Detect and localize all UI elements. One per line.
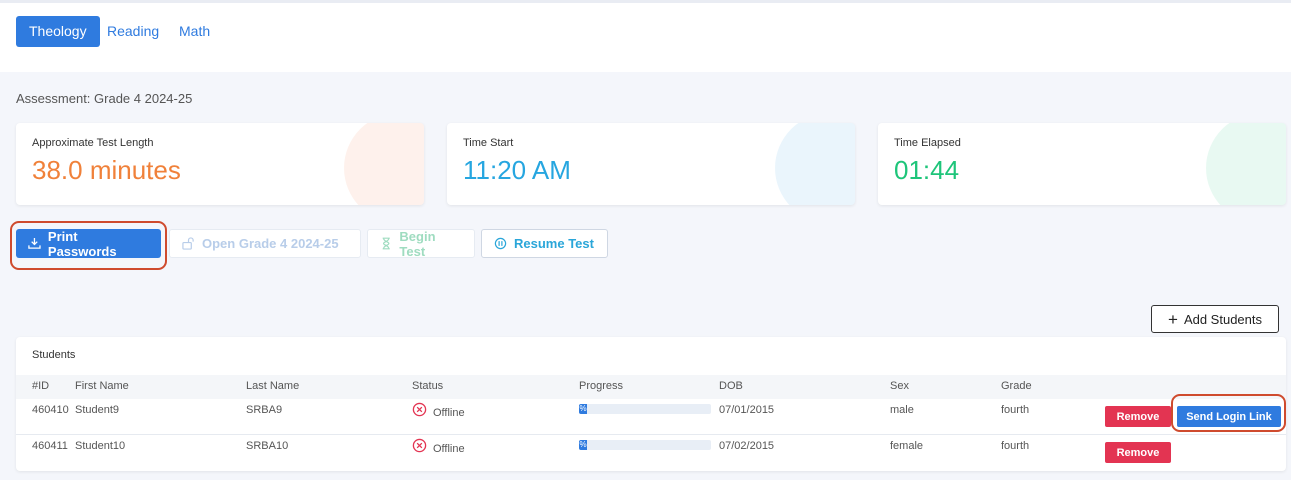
- student-id: 460410: [32, 404, 69, 416]
- col-last-name: Last Name: [246, 380, 300, 392]
- begin-test-button[interactable]: Begin Test: [367, 228, 475, 259]
- add-students-label: Add Students: [1183, 311, 1262, 327]
- open-assessment-button[interactable]: Open Grade 4 2024-25: [169, 229, 361, 258]
- download-tray-icon: [28, 237, 41, 249]
- hourglass-icon: [382, 237, 390, 250]
- test-length-value: 38.0 minutes: [32, 155, 181, 185]
- card-label: Time Elapsed: [894, 137, 961, 149]
- col-sex: Sex: [890, 380, 909, 392]
- tab-theology[interactable]: Theology: [16, 16, 100, 47]
- card-time-elapsed: Time Elapsed 01:44: [878, 123, 1286, 205]
- sex: female: [890, 440, 924, 452]
- remove-button[interactable]: Remove: [1105, 442, 1171, 463]
- first-name: Student10: [75, 440, 126, 452]
- decorative-blob: [775, 123, 855, 205]
- progress-fill: %: [579, 404, 587, 414]
- table-header: #ID First Name Last Name Status Progress…: [16, 375, 1286, 399]
- progress-bar: %: [579, 404, 711, 414]
- col-progress: Progress: [579, 380, 624, 392]
- tab-reading[interactable]: Reading: [107, 16, 159, 47]
- col-dob: DOB: [719, 380, 743, 392]
- highlight-send-login-link: [1171, 394, 1286, 432]
- table-row: 460410 Student9 SRBA9 Offline % 07/01/20…: [16, 399, 1286, 435]
- dob: 07/02/2015: [719, 440, 775, 452]
- time-elapsed-value: 01:44: [894, 155, 960, 185]
- decorative-blob: [344, 123, 424, 205]
- grade: fourth: [1001, 440, 1030, 452]
- resume-test-label: Resume Test: [514, 236, 594, 251]
- resume-test-button[interactable]: Resume Test: [481, 229, 608, 258]
- decorative-blob: [1206, 123, 1286, 205]
- open-assessment-label: Open Grade 4 2024-25: [202, 236, 339, 251]
- col-first-name: First Name: [75, 380, 129, 392]
- dob: 07/01/2015: [719, 404, 775, 416]
- col-status: Status: [412, 380, 444, 392]
- sex: male: [890, 404, 914, 416]
- card-label: Approximate Test Length: [32, 137, 154, 149]
- first-name: Student9: [75, 404, 120, 416]
- assessment-title: Assessment: Grade 4 2024-25: [16, 91, 193, 106]
- print-passwords-label: Print Passwords: [47, 228, 117, 259]
- subject-tabs: Theology Reading Math: [0, 3, 1291, 72]
- students-title: Students: [32, 349, 76, 361]
- pause-circle-icon: [494, 237, 507, 250]
- offline-x-icon: [412, 402, 427, 417]
- grade: fourth: [1001, 404, 1030, 416]
- students-panel: Students #ID First Name Last Name Status…: [16, 337, 1286, 471]
- status-text: Offline: [433, 407, 465, 419]
- table-row: 460411 Student10 SRBA10 Offline % 07/02/…: [16, 435, 1286, 471]
- card-label: Time Start: [463, 137, 514, 149]
- last-name: SRBA10: [246, 440, 289, 452]
- progress-bar: %: [579, 440, 711, 450]
- time-start-value: 11:20 AM: [463, 155, 571, 185]
- card-test-length: Approximate Test Length 38.0 minutes: [16, 123, 424, 205]
- tab-math[interactable]: Math: [179, 16, 210, 47]
- begin-test-label: Begin Test: [399, 228, 436, 259]
- plus-icon: +: [1168, 309, 1178, 329]
- card-time-start: Time Start 11:20 AM: [447, 123, 855, 205]
- col-grade: Grade: [1001, 380, 1032, 392]
- offline-x-icon: [412, 438, 427, 453]
- remove-button[interactable]: Remove: [1105, 406, 1171, 427]
- last-name: SRBA9: [246, 404, 283, 416]
- progress-fill: %: [579, 440, 587, 450]
- add-students-button[interactable]: + Add Students: [1151, 305, 1279, 333]
- student-id: 460411: [32, 440, 68, 452]
- print-passwords-button[interactable]: Print Passwords: [16, 228, 161, 259]
- status-text: Offline: [433, 443, 465, 455]
- col-id: #ID: [32, 380, 50, 392]
- unlock-icon: [182, 237, 194, 250]
